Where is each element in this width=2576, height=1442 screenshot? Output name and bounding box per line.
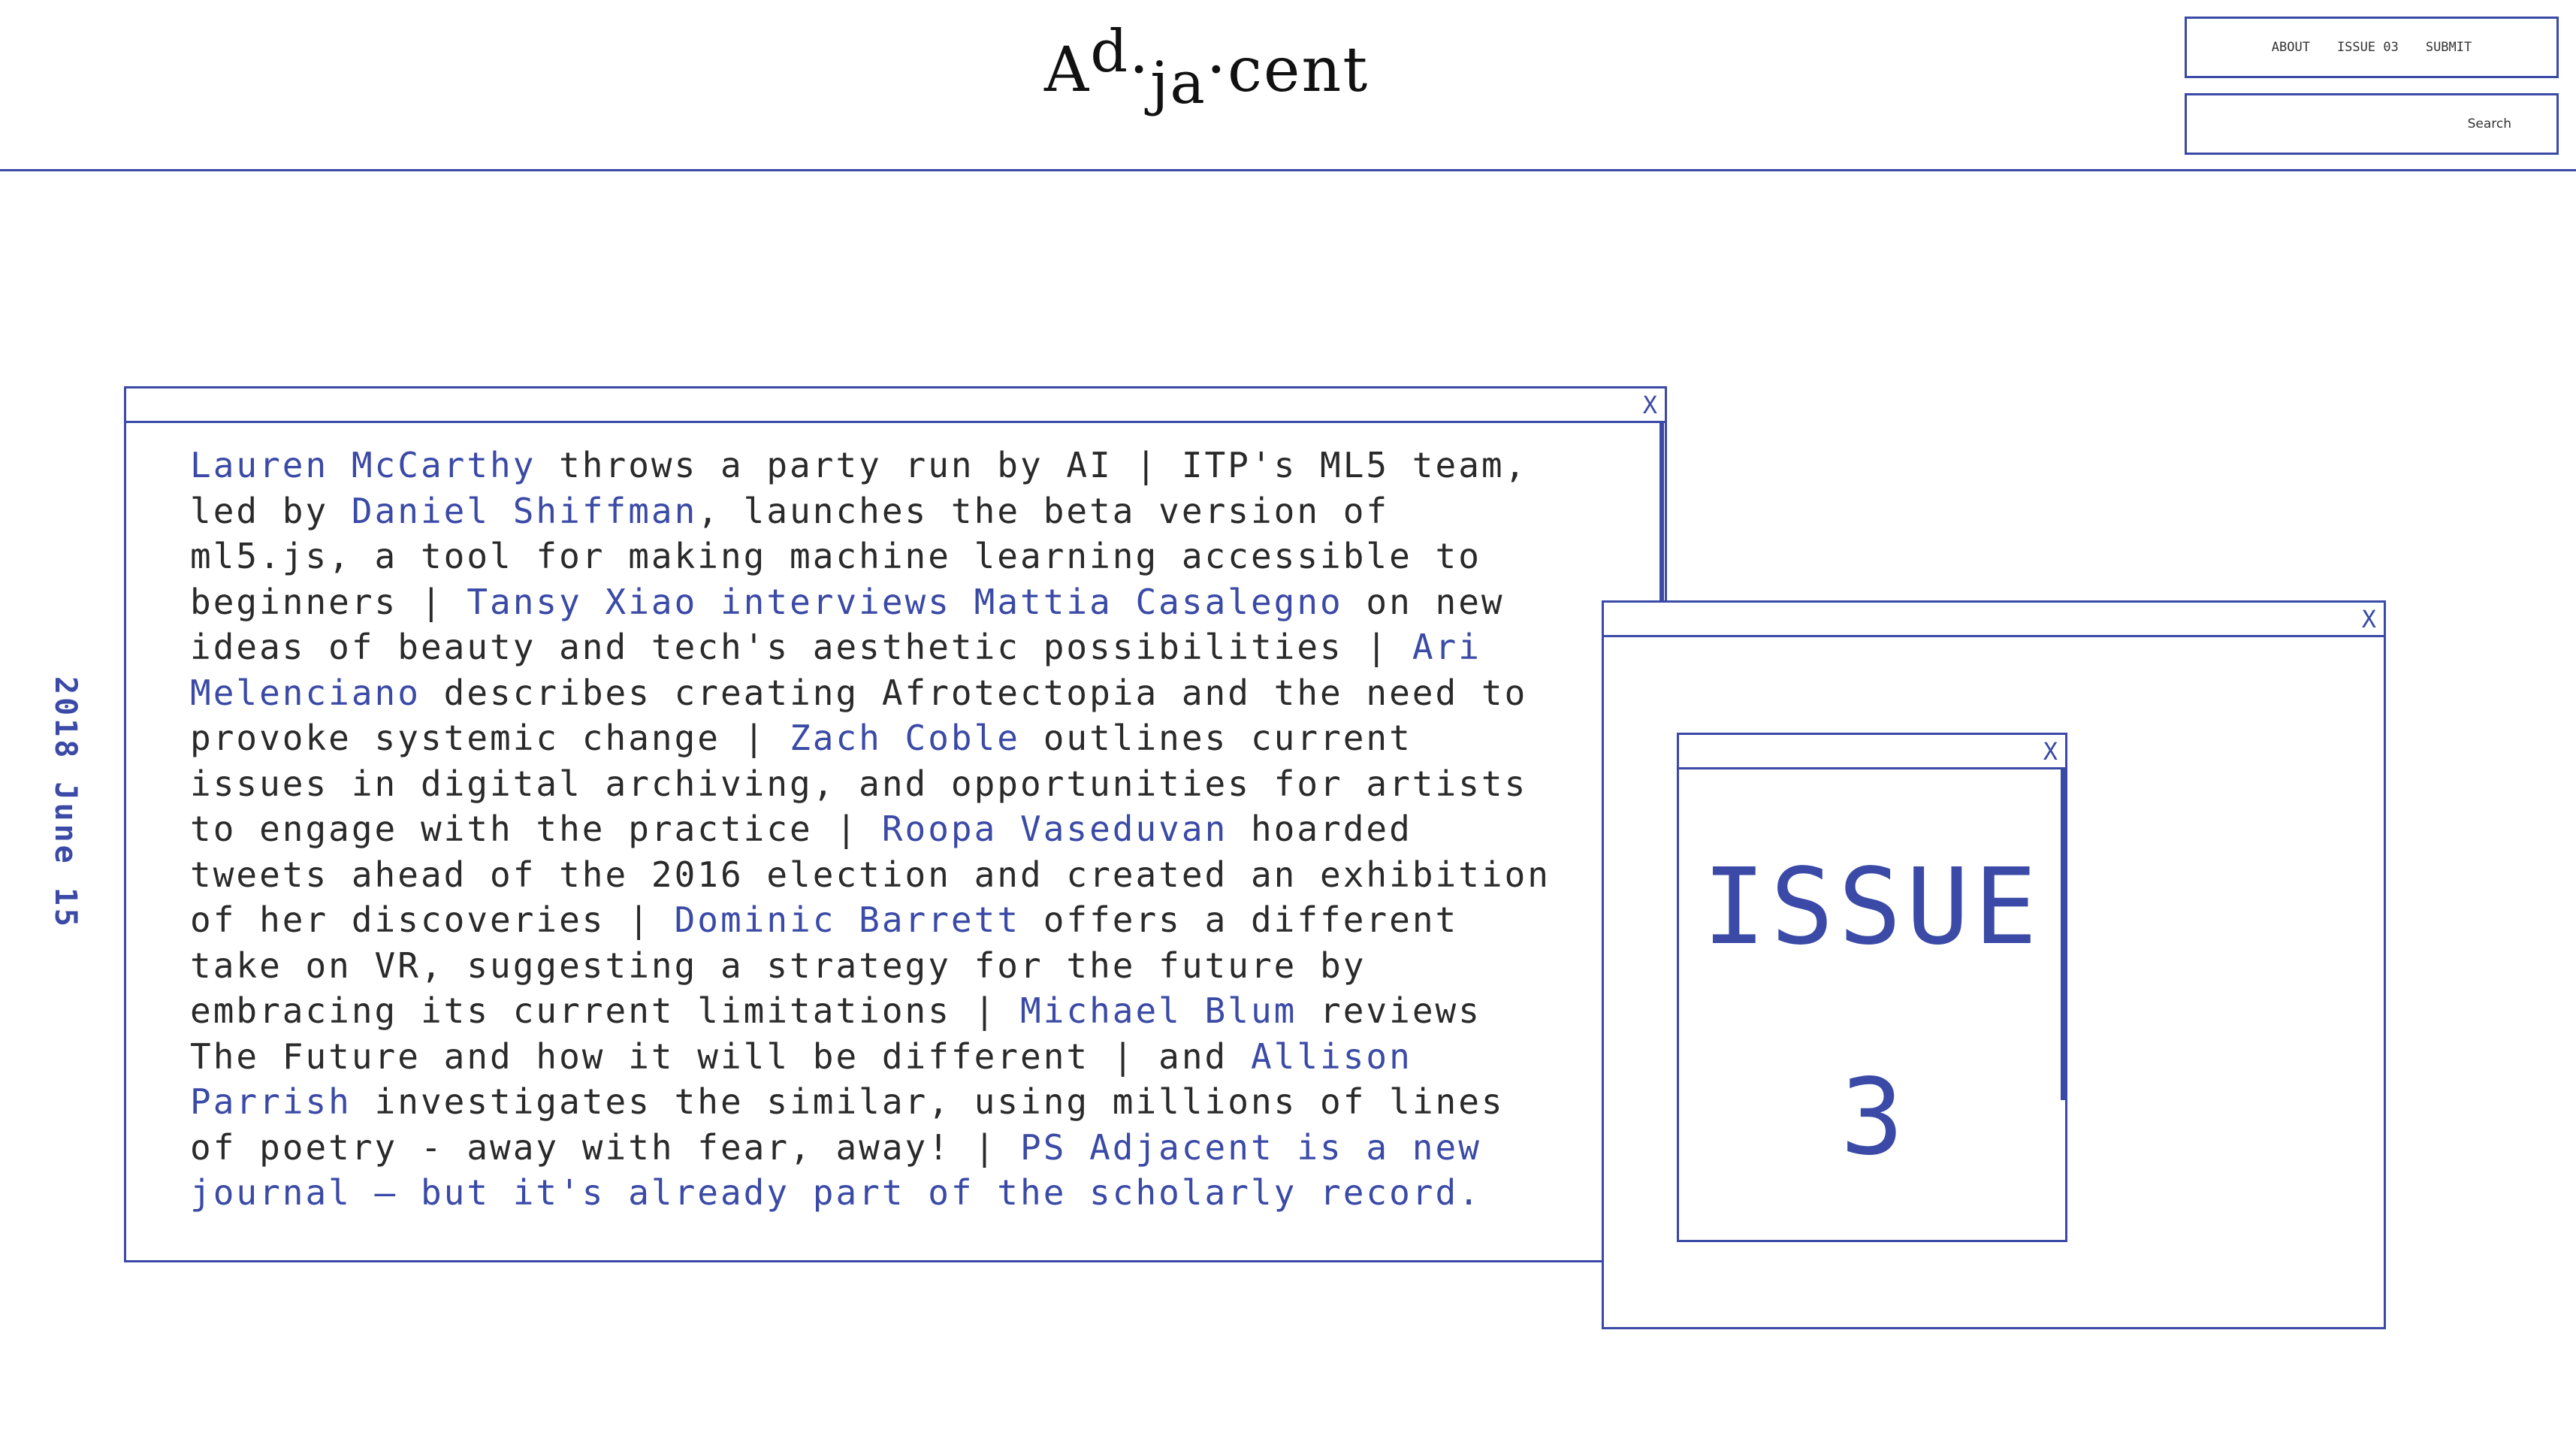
secondary-window-titlebar[interactable]: X — [1604, 603, 2384, 637]
text-segment: offers a different — [1020, 899, 1459, 940]
article-link[interactable]: Daniel Shiffman — [352, 491, 697, 531]
text-segment: outlines current — [1020, 718, 1412, 758]
text-line: embracing its current limitations | Mich… — [190, 988, 1662, 1034]
issue-window-close-button[interactable]: X — [2043, 736, 2058, 766]
text-line: ideas of beauty and tech's aesthetic pos… — [190, 624, 1662, 670]
logo-part3: · — [1129, 35, 1151, 106]
nav-menu: ABOUT ISSUE 03 SUBMIT — [2185, 17, 2559, 78]
text-segment: of poetry - away with fear, away! | — [190, 1126, 1020, 1168]
date-label: 2018 June 15 — [48, 676, 83, 930]
issue-window: X ISSUE 3 — [1677, 733, 2067, 1242]
text-segment: led by — [190, 490, 352, 531]
logo-part4: ja — [1150, 50, 1206, 117]
logo-part1: A — [1044, 35, 1091, 106]
issue-number[interactable]: 3 — [1679, 1066, 2065, 1171]
text-segment: tweets ahead of the 2016 election and cr… — [190, 854, 1551, 895]
article-link[interactable]: Lauren McCarthy — [190, 445, 536, 485]
site-logo[interactable]: Ad·ja·cent — [1044, 18, 1367, 125]
text-segment: to engage with the practice | — [190, 809, 882, 849]
article-link[interactable]: Ari — [1412, 627, 1481, 667]
article-link[interactable]: Parrish — [190, 1081, 352, 1122]
text-line: of poetry - away with fear, away! | PS A… — [190, 1125, 1662, 1171]
issue-summary-text: Lauren McCarthy throws a party run by AI… — [190, 443, 1662, 1216]
text-segment: issues in digital archiving, and opportu… — [190, 763, 1528, 804]
text-segment: , launches the beta version of — [697, 490, 1390, 531]
search-input[interactable] — [2187, 95, 2556, 153]
text-segment: describes creating Afrotectopia and the … — [420, 672, 1528, 713]
text-line: beginners | Tansy Xiao interviews Mattia… — [190, 579, 1662, 625]
article-link[interactable]: Dominic Barrett — [675, 899, 1020, 940]
text-line: to engage with the practice | Roopa Vase… — [190, 806, 1662, 852]
logo-part5: ·cent — [1206, 35, 1370, 106]
issue-window-titlebar[interactable]: X — [1679, 735, 2065, 769]
text-line: tweets ahead of the 2016 election and cr… — [190, 852, 1662, 898]
text-segment: investigates the similar, using millions… — [351, 1081, 1505, 1122]
site-header: Ad·ja·cent ABOUT ISSUE 03 SUBMIT — [0, 0, 2576, 171]
text-line: ml5.js, a tool for making machine learni… — [190, 534, 1662, 579]
text-line: Melenciano describes creating Afrotectop… — [190, 670, 1662, 716]
search-box — [2185, 93, 2559, 155]
text-segment: beginners | — [190, 581, 467, 622]
text-segment: ideas of beauty and tech's aesthetic pos… — [190, 627, 1412, 667]
text-segment: The Future and how it will be different … — [190, 1035, 1251, 1077]
article-link[interactable]: Tansy Xiao interviews Mattia Casalegno — [467, 582, 1342, 622]
issue-title[interactable]: ISSUE — [1679, 855, 2065, 960]
text-line: led by Daniel Shiffman, launches the bet… — [190, 488, 1662, 534]
text-line: journal — but it's already part of the s… — [190, 1170, 1662, 1216]
nav-submit-link[interactable]: SUBMIT — [2426, 40, 2472, 55]
article-link[interactable]: journal — but it's already part of the s… — [190, 1172, 1481, 1213]
text-segment: reviews — [1297, 990, 1481, 1031]
text-segment: of her discoveries | — [190, 899, 675, 940]
article-link[interactable]: PS Adjacent is a new — [1020, 1127, 1481, 1168]
text-line: provoke systemic change | Zach Coble out… — [190, 715, 1662, 761]
date-label-container: 2018 June 15 — [39, 676, 84, 962]
main-text-window: X Lauren McCarthy throws a party run by … — [124, 386, 1667, 1262]
text-segment: embracing its current limitations | — [190, 990, 1020, 1031]
text-segment: hoarded — [1228, 809, 1412, 849]
main-window-close-button[interactable]: X — [1643, 390, 1657, 420]
text-segment: provoke systemic change | — [190, 718, 790, 758]
text-line: of her discoveries | Dominic Barrett off… — [190, 897, 1662, 943]
main-window-scrollbar[interactable] — [1659, 421, 1664, 601]
article-link[interactable]: Michael Blum — [1020, 990, 1297, 1031]
nav-about-link[interactable]: ABOUT — [2272, 40, 2310, 55]
text-segment: take on VR, suggesting a strategy for th… — [190, 945, 1367, 986]
text-line: take on VR, suggesting a strategy for th… — [190, 943, 1662, 989]
text-segment: ml5.js, a tool for making machine learni… — [190, 536, 1481, 576]
main-window-titlebar[interactable]: X — [126, 388, 1665, 423]
article-link[interactable]: Melenciano — [190, 673, 421, 713]
text-line: The Future and how it will be different … — [190, 1034, 1662, 1080]
text-line: issues in digital archiving, and opportu… — [190, 761, 1662, 807]
article-link[interactable]: Allison — [1251, 1036, 1412, 1077]
text-segment: on new — [1342, 581, 1505, 622]
nav-issue-link[interactable]: ISSUE 03 — [2337, 40, 2399, 55]
text-segment: throws a party run by AI | ITP's ML5 tea… — [536, 445, 1528, 485]
secondary-window-close-button[interactable]: X — [2362, 604, 2376, 634]
text-line: Lauren McCarthy throws a party run by AI… — [190, 443, 1662, 488]
article-link[interactable]: Roopa Vaseduvan — [882, 809, 1228, 849]
logo-part2: d — [1090, 18, 1130, 86]
article-link[interactable]: Zach Coble — [790, 718, 1020, 758]
text-line: Parrish investigates the similar, using … — [190, 1079, 1662, 1125]
